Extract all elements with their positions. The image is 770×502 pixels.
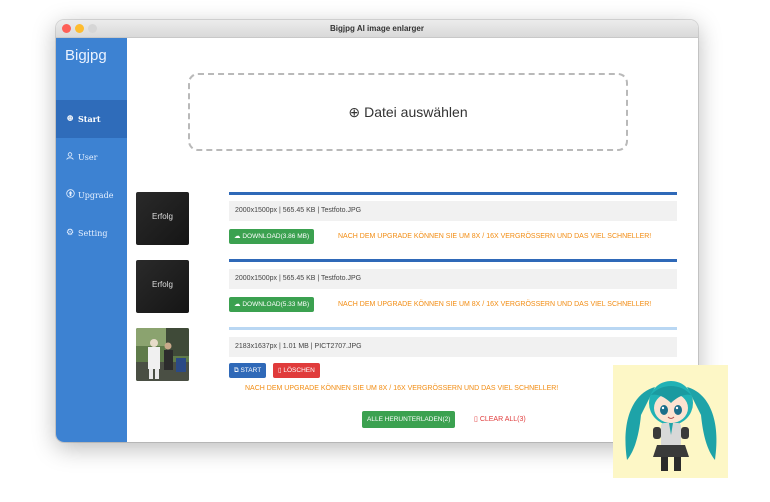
user-icon <box>65 151 75 163</box>
upgrade-icon <box>65 189 75 201</box>
sidebar: Bigjpg ⊕ Start User Upgrade ⚙ Setting <box>56 38 127 442</box>
mascot-illustration <box>613 365 728 478</box>
select-file-label: Datei auswählen <box>364 104 468 120</box>
window-title: Bigjpg AI image enlarger <box>330 24 424 33</box>
plus-circle-icon: ⊕ <box>348 103 361 120</box>
app-window: Bigjpg AI image enlarger Bigjpg ⊕ Start … <box>56 20 698 442</box>
upgrade-note[interactable]: NACH DEM UPGRADE KÖNNEN SIE UM 8X / 16X … <box>245 385 558 392</box>
status-label: Erfolg <box>152 212 173 221</box>
delete-button[interactable]: ▯ LÖSCHEN <box>273 363 320 378</box>
file-info: 2000x1500px | 565.45 KB | Testfoto.JPG <box>229 269 677 289</box>
file-row: Erfolg 2000x1500px | 565.45 KB | Testfot… <box>127 192 698 252</box>
status-label: Erfolg <box>152 280 173 289</box>
file-dropzone[interactable]: ⊕ Datei auswählen <box>188 73 628 151</box>
file-info: 2183x1637px | 1.01 MB | PICT2707.JPG <box>229 337 677 357</box>
delete-button-label: LÖSCHEN <box>283 367 315 374</box>
upgrade-note[interactable]: NACH DEM UPGRADE KÖNNEN SIE UM 8X / 16X … <box>338 233 651 240</box>
progress-bar <box>229 259 677 262</box>
upgrade-note[interactable]: NACH DEM UPGRADE KÖNNEN SIE UM 8X / 16X … <box>338 301 651 308</box>
app-logo: Bigjpg <box>65 47 107 64</box>
start-button-label: START <box>240 367 262 374</box>
photo-thumbnail-image <box>136 328 189 381</box>
cloud-download-icon: ☁ <box>234 301 241 308</box>
sidebar-item-user[interactable]: User <box>56 138 127 176</box>
sidebar-item-start[interactable]: ⊕ Start <box>56 100 127 138</box>
image-thumbnail[interactable]: Erfolg <box>136 260 189 313</box>
sidebar-item-label: Start <box>78 114 101 124</box>
close-window-button[interactable] <box>62 24 71 33</box>
clear-all-button[interactable]: ▯ CLEAR ALL(3) <box>474 415 526 423</box>
clear-all-label: CLEAR ALL(3) <box>479 416 526 423</box>
sidebar-item-upgrade[interactable]: Upgrade <box>56 176 127 214</box>
sidebar-item-label: Upgrade <box>78 190 114 200</box>
mascot-image <box>613 365 728 478</box>
file-row: Erfolg 2000x1500px | 565.45 KB | Testfot… <box>127 259 698 319</box>
start-icon: ⧉ <box>234 367 239 374</box>
minimize-window-button[interactable] <box>75 24 84 33</box>
title-bar: Bigjpg AI image enlarger <box>56 20 698 38</box>
image-thumbnail[interactable]: Erfolg <box>136 192 189 245</box>
progress-bar <box>229 192 677 195</box>
sidebar-item-label: User <box>78 152 98 162</box>
download-all-button[interactable]: ALLE HERUNTERLADEN(2) <box>362 411 456 428</box>
download-button-label: DOWNLOAD(3.86 MB) <box>242 233 310 240</box>
download-button[interactable]: ☁ DOWNLOAD(5.33 MB) <box>229 297 315 312</box>
trash-icon: ▯ <box>474 416 478 423</box>
sidebar-item-setting[interactable]: ⚙ Setting <box>56 214 127 252</box>
sidebar-item-label: Setting <box>78 228 108 238</box>
plus-circle-icon: ⊕ <box>66 114 74 124</box>
trash-icon: ▯ <box>278 367 282 374</box>
gear-icon: ⚙ <box>65 228 75 238</box>
image-thumbnail[interactable] <box>136 328 189 381</box>
progress-bar <box>229 327 677 330</box>
cloud-download-icon: ☁ <box>234 233 241 240</box>
download-button[interactable]: ☁ DOWNLOAD(3.86 MB) <box>229 229 315 244</box>
file-info: 2000x1500px | 565.45 KB | Testfoto.JPG <box>229 201 677 221</box>
start-button[interactable]: ⧉ START <box>229 363 267 378</box>
zoom-window-button[interactable] <box>88 24 97 33</box>
download-button-label: DOWNLOAD(5.33 MB) <box>242 301 310 308</box>
